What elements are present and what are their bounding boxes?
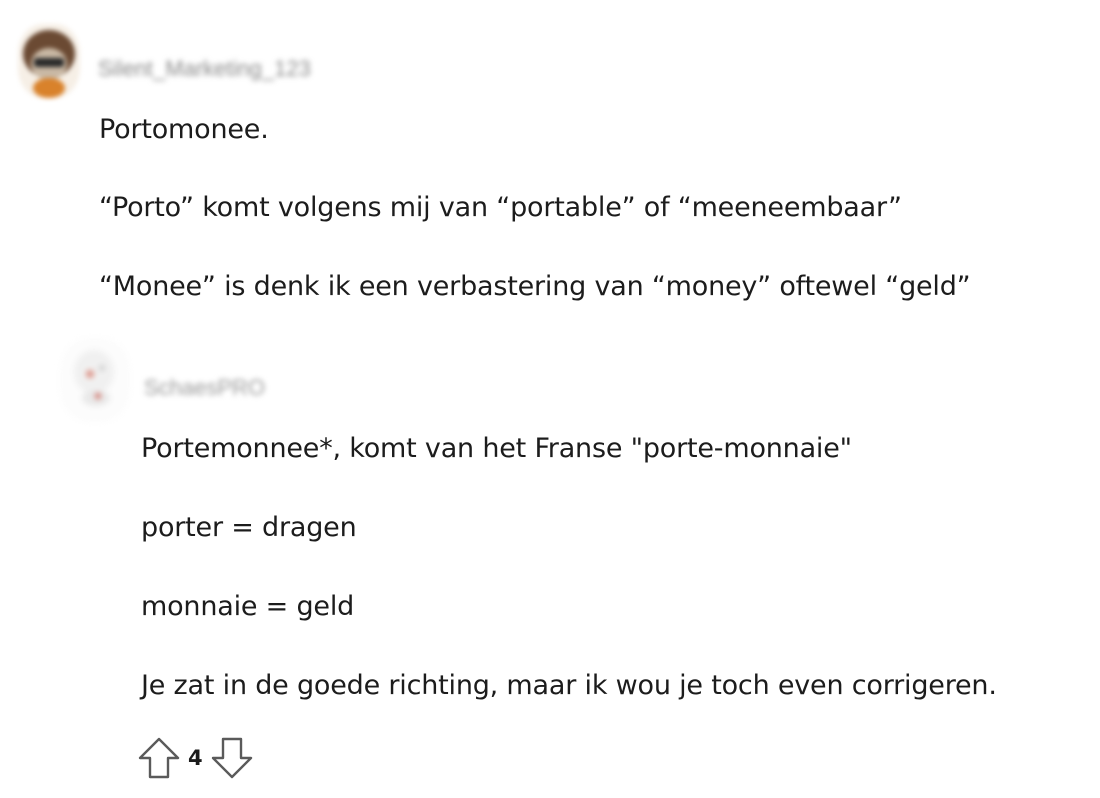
user-avatar[interactable] <box>60 338 130 422</box>
comment-paragraph: “Monee” is denk ik een verbastering van … <box>99 271 971 302</box>
upvote-button[interactable] <box>136 734 182 782</box>
arrow-up-outline-icon <box>138 737 180 779</box>
comment-author[interactable]: SchaesPRO <box>144 375 265 401</box>
arrow-down-outline-icon <box>211 737 252 779</box>
vote-score: 4 <box>188 746 203 770</box>
downvote-button[interactable] <box>209 734 255 782</box>
vote-bar: 4 <box>136 734 255 782</box>
user-avatar[interactable] <box>18 24 80 98</box>
avatar-icon <box>18 24 80 98</box>
avatar-icon <box>60 338 130 422</box>
comment-paragraph: Portomonee. <box>99 114 269 145</box>
comment-paragraph: Je zat in de goede richting, maar ik wou… <box>141 670 997 701</box>
comment-paragraph: “Porto” komt volgens mij van “portable” … <box>99 192 902 223</box>
comment-paragraph: monnaie = geld <box>141 591 355 622</box>
comment-thread: Silent_Marketing_123 Portomonee. “Porto”… <box>0 0 1100 798</box>
comment-paragraph: Portemonnee*, komt van het Franse "porte… <box>141 433 852 464</box>
comment-author[interactable]: Silent_Marketing_123 <box>98 56 311 82</box>
comment-paragraph: porter = dragen <box>141 512 357 543</box>
